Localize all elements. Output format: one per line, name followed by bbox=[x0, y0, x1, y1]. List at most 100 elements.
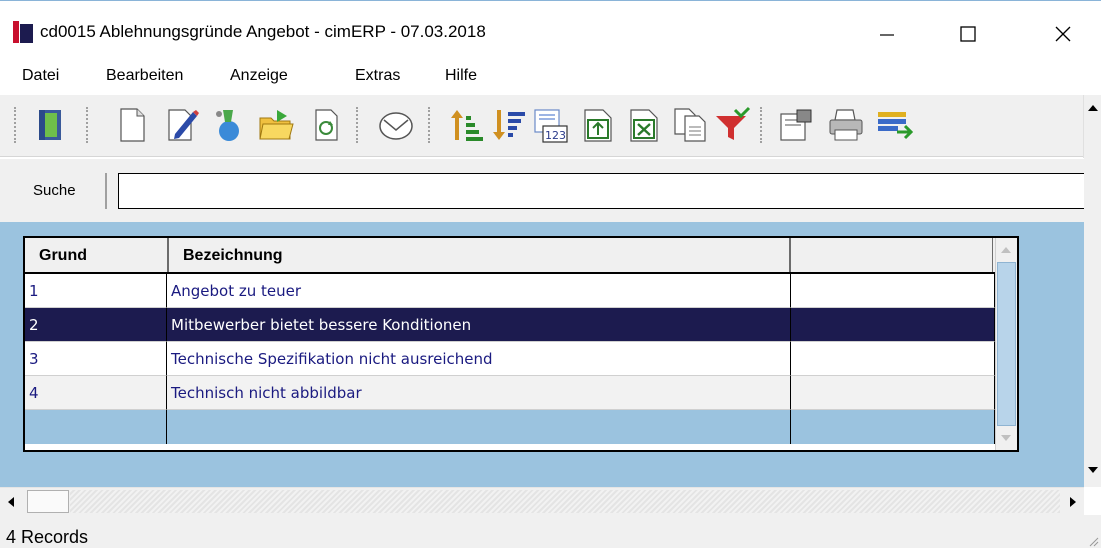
mail-button[interactable] bbox=[376, 105, 416, 145]
record-count: 4 Records bbox=[6, 527, 89, 547]
excel-export-icon bbox=[630, 109, 658, 142]
cell-bezeichnung[interactable]: Technisch nicht abbildbar bbox=[167, 376, 791, 410]
cell-bezeichnung[interactable]: Angebot zu teuer bbox=[167, 274, 791, 308]
horizontal-scrollbar[interactable] bbox=[0, 487, 1084, 515]
menu-anzeige[interactable]: Anzeige bbox=[230, 67, 288, 85]
table-row[interactable]: 1 Angebot zu teuer bbox=[25, 274, 995, 308]
menu-hilfe[interactable]: Hilfe bbox=[445, 67, 477, 85]
open-button[interactable] bbox=[256, 105, 296, 145]
sort-ascending-button[interactable] bbox=[446, 105, 486, 145]
toolbar: 123 bbox=[0, 95, 1101, 157]
calculator-123-icon: 123 bbox=[534, 109, 568, 143]
table-row-selected[interactable]: 2 Mitbewerber bietet bessere Konditionen bbox=[25, 308, 995, 342]
table-row[interactable]: 4 Technisch nicht abbildbar bbox=[25, 376, 995, 410]
scroll-left-icon[interactable] bbox=[0, 490, 24, 514]
cell-grund[interactable]: 4 bbox=[25, 376, 167, 410]
scroll-up-icon bbox=[1088, 105, 1098, 111]
refresh-button[interactable] bbox=[306, 105, 346, 145]
new-document-icon bbox=[120, 108, 145, 142]
cell-grund[interactable]: 3 bbox=[25, 342, 167, 376]
copy-icon bbox=[674, 108, 706, 142]
scroll-right-icon[interactable] bbox=[1060, 490, 1084, 514]
filter-icon bbox=[716, 106, 751, 140]
cell-bezeichnung[interactable] bbox=[167, 410, 791, 444]
horizontal-scroll-track[interactable] bbox=[70, 490, 1060, 513]
menu-extras[interactable]: Extras bbox=[355, 67, 400, 85]
close-button[interactable] bbox=[1040, 14, 1086, 54]
copy-button[interactable] bbox=[670, 105, 710, 145]
maximize-icon bbox=[960, 26, 976, 42]
properties-icon bbox=[780, 109, 812, 141]
save-paint-icon bbox=[216, 110, 239, 141]
open-folder-icon bbox=[259, 110, 294, 140]
cell-grund[interactable] bbox=[25, 410, 167, 444]
cell-bezeichnung[interactable]: Mitbewerber bietet bessere Konditionen bbox=[167, 308, 791, 342]
export-icon bbox=[584, 109, 612, 142]
filter-button[interactable] bbox=[712, 105, 752, 145]
title-bar[interactable]: cd0015 Ablehnungsgründe Angebot - cimERP… bbox=[0, 2, 1101, 60]
toolbar-separator bbox=[356, 107, 360, 143]
grid-header: Grund Bezeichnung bbox=[25, 238, 995, 274]
column-header-extra[interactable] bbox=[791, 238, 993, 272]
cell-bezeichnung[interactable]: Technische Spezifikation nicht ausreiche… bbox=[167, 342, 791, 376]
sort-descending-button[interactable] bbox=[488, 105, 528, 145]
refresh-icon bbox=[315, 109, 338, 141]
column-header-grund[interactable]: Grund bbox=[25, 238, 169, 272]
close-icon bbox=[1055, 26, 1071, 42]
minimize-button[interactable] bbox=[864, 14, 910, 54]
horizontal-scroll-thumb[interactable] bbox=[27, 490, 69, 513]
maximize-button[interactable] bbox=[945, 14, 991, 54]
minimize-icon bbox=[880, 34, 894, 36]
search-bar: Suche bbox=[0, 158, 1084, 222]
sort-descending-icon bbox=[493, 110, 525, 140]
grid-scroll-up-icon bbox=[1001, 247, 1011, 253]
toolbar-separator bbox=[428, 107, 432, 143]
cell-extra[interactable] bbox=[791, 376, 995, 410]
column-header-bezeichnung[interactable]: Bezeichnung bbox=[169, 238, 791, 272]
excel-export-button[interactable] bbox=[624, 105, 664, 145]
cell-extra[interactable] bbox=[791, 410, 995, 444]
cell-grund[interactable]: 2 bbox=[25, 308, 167, 342]
grid-scroll-thumb[interactable] bbox=[997, 262, 1016, 426]
count-button[interactable]: 123 bbox=[530, 105, 570, 145]
table-row-new[interactable] bbox=[25, 410, 995, 444]
print-button[interactable] bbox=[826, 105, 866, 145]
grid-scroll-down-icon bbox=[1001, 435, 1011, 441]
sort-ascending-icon bbox=[451, 110, 483, 141]
exit-button[interactable] bbox=[30, 105, 70, 145]
cell-extra[interactable] bbox=[791, 308, 995, 342]
toolbar-separator bbox=[86, 107, 90, 143]
mail-icon bbox=[379, 112, 413, 140]
cell-grund[interactable]: 1 bbox=[25, 274, 167, 308]
print-icon bbox=[829, 109, 863, 141]
properties-button[interactable] bbox=[776, 105, 816, 145]
export-button[interactable] bbox=[578, 105, 618, 145]
window-title: cd0015 Ablehnungsgründe Angebot - cimERP… bbox=[40, 22, 486, 41]
app-logo-icon bbox=[13, 21, 33, 43]
main-panel: Grund Bezeichnung 1 Angebot zu teuer 2 M… bbox=[0, 222, 1084, 487]
edit-pencil-icon bbox=[168, 109, 199, 141]
status-bar: 4 Records bbox=[0, 515, 1101, 548]
table-row[interactable]: 3 Technische Spezifikation nicht ausreic… bbox=[25, 342, 995, 376]
menu-datei[interactable]: Datei bbox=[22, 67, 59, 85]
svg-text:123: 123 bbox=[545, 129, 566, 142]
exit-door-icon bbox=[39, 110, 61, 140]
window-vertical-scrollbar[interactable] bbox=[1083, 95, 1101, 487]
cell-extra[interactable] bbox=[791, 342, 995, 376]
new-button[interactable] bbox=[112, 105, 152, 145]
list-arrow-icon bbox=[878, 112, 913, 140]
edit-button[interactable] bbox=[162, 105, 202, 145]
resize-grip-icon[interactable] bbox=[1087, 535, 1099, 547]
search-input[interactable] bbox=[118, 173, 1084, 209]
menu-bearbeiten[interactable]: Bearbeiten bbox=[106, 67, 183, 85]
cell-extra[interactable] bbox=[791, 274, 995, 308]
list-button[interactable] bbox=[874, 105, 914, 145]
grid-vertical-scrollbar[interactable] bbox=[995, 238, 1017, 450]
app-window: cd0015 Ablehnungsgründe Angebot - cimERP… bbox=[0, 0, 1101, 548]
toolbar-grip bbox=[14, 107, 18, 143]
scroll-down-icon bbox=[1088, 467, 1098, 473]
data-grid: Grund Bezeichnung 1 Angebot zu teuer 2 M… bbox=[23, 236, 1019, 452]
search-label: Suche bbox=[21, 173, 107, 209]
menu-bar: Datei Bearbeiten Anzeige Extras Hilfe bbox=[0, 61, 1101, 95]
save-button[interactable] bbox=[208, 105, 248, 145]
